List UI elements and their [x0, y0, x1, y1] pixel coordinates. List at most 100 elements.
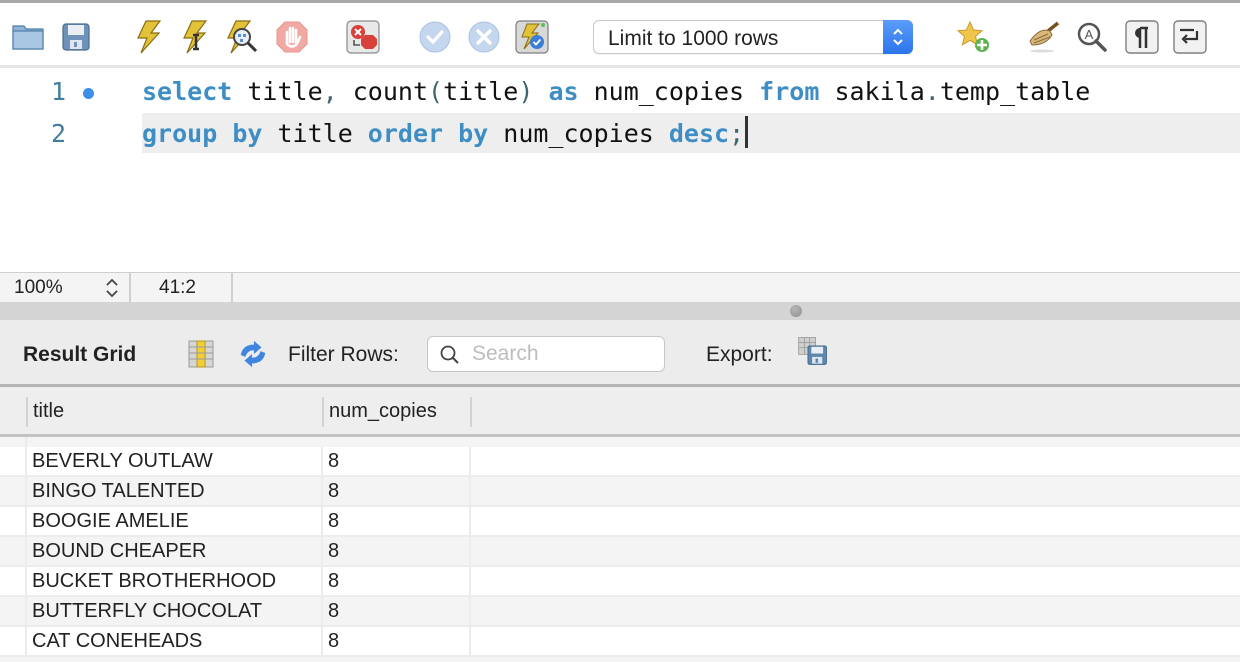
cell-title[interactable]: BINGO TALENTED — [27, 477, 323, 507]
code-line[interactable]: select title, count(title) as num_copies… — [142, 71, 1240, 111]
export-button[interactable] — [797, 335, 829, 367]
stepper-arrows-icon — [106, 278, 118, 298]
statement-marker-icon — [83, 88, 94, 99]
cell-num-copies[interactable]: 8 — [323, 597, 471, 627]
table-row[interactable]: BOUND CHEAPER 8 — [0, 537, 1240, 567]
find-button[interactable]: A — [1074, 18, 1110, 56]
cell-num-copies[interactable]: 8 — [323, 627, 471, 657]
code-line[interactable]: group by title order by num_copies desc; — [142, 113, 1240, 153]
add-snippet-button[interactable] — [956, 18, 992, 56]
toggle-stop-on-error-button[interactable] — [345, 18, 381, 56]
editor-line-1[interactable]: 1 select title, count(title) as num_copi… — [0, 71, 1240, 111]
commit-button[interactable] — [417, 18, 453, 56]
toggle-columns-button[interactable] — [185, 338, 217, 370]
sql-identifier: sakila — [819, 77, 925, 106]
sql-keyword: by — [458, 119, 489, 148]
lightning-check-icon — [515, 20, 549, 54]
partial-row — [0, 437, 1240, 447]
save-file-button[interactable] — [58, 18, 94, 56]
execute-all-button[interactable] — [130, 18, 166, 56]
sql-keyword: from — [759, 77, 820, 106]
refresh-button[interactable] — [237, 338, 269, 370]
zoom-level-stepper[interactable]: 100% — [0, 273, 131, 302]
broom-icon — [1029, 21, 1060, 53]
column-separator[interactable] — [470, 397, 472, 427]
sql-keyword: select — [142, 77, 233, 106]
cell-title[interactable]: BEVERLY OUTLAW — [27, 447, 323, 477]
cell-title[interactable]: BUTTERFLY CHOCOLAT — [27, 597, 323, 627]
rollback-button[interactable] — [466, 18, 502, 56]
sql-identifier: title — [262, 119, 368, 148]
stop-button[interactable] — [274, 18, 310, 56]
limit-rows-select[interactable]: Limit to 1000 rows — [593, 20, 913, 54]
table-row[interactable]: BOOGIE AMELIE 8 — [0, 507, 1240, 537]
panel-splitter[interactable] — [0, 302, 1240, 320]
sql-function: count — [337, 77, 428, 106]
sql-editor[interactable]: 1 select title, count(title) as num_copi… — [0, 68, 1240, 272]
open-file-button[interactable] — [10, 18, 46, 56]
cell-title[interactable]: BOOGIE AMELIE — [27, 507, 323, 537]
splitter-handle-icon[interactable] — [790, 305, 802, 317]
svg-text:A: A — [1085, 27, 1094, 42]
result-grid-title: Result Grid — [23, 343, 137, 366]
stop-hand-icon — [276, 21, 308, 53]
autocommit-toggle-button[interactable] — [514, 18, 550, 56]
cell-num-copies[interactable]: 8 — [323, 447, 471, 477]
cell-num-copies[interactable]: 8 — [323, 477, 471, 507]
sql-keyword: by — [232, 119, 263, 148]
limit-rows-value: Limit to 1000 rows — [608, 27, 779, 50]
table-row[interactable]: BINGO TALENTED 8 — [0, 477, 1240, 507]
error-stop-toggle-icon — [346, 20, 380, 54]
row-gutter[interactable] — [0, 597, 27, 627]
sql-identifier: temp_table — [939, 77, 1091, 106]
table-row[interactable]: BEVERLY OUTLAW 8 — [0, 447, 1240, 477]
cell-title[interactable]: CAT CONEHEADS — [27, 627, 323, 657]
sql-keyword: desc — [668, 119, 730, 148]
sql-punctuation: ( — [428, 77, 444, 106]
cell-num-copies[interactable]: 8 — [323, 537, 471, 567]
beautify-button[interactable] — [1026, 18, 1062, 56]
toggle-invisible-chars-button[interactable] — [1124, 18, 1160, 56]
lightning-magnifier-icon — [227, 20, 258, 54]
row-gutter[interactable] — [0, 477, 27, 507]
star-plus-icon — [956, 20, 989, 52]
result-grid[interactable]: title num_copies BEVERLY OUTLAW 8 BINGO TA… — [0, 387, 1240, 662]
editor-line-2[interactable]: 2 group by title order by num_copies des… — [0, 113, 1240, 153]
row-gutter — [0, 437, 27, 447]
table-row[interactable]: CAT CONEHEADS 8 — [0, 627, 1240, 657]
sql-punctuation: , — [322, 77, 338, 106]
filter-rows-search[interactable] — [427, 336, 665, 372]
column-header-num-copies[interactable]: num_copies — [323, 387, 471, 434]
select-stepper-icon — [883, 20, 913, 54]
search-input[interactable] — [472, 341, 657, 367]
cell-num-copies[interactable]: 8 — [323, 567, 471, 597]
sql-keyword: as — [533, 77, 579, 106]
mysql-workbench-query-tab: Limit to 1000 rows A 1 select title, cou… — [0, 0, 1240, 662]
sql-keyword: group — [142, 119, 218, 148]
row-gutter[interactable] — [0, 447, 27, 477]
cell-num-copies[interactable]: 8 — [323, 507, 471, 537]
execute-current-button[interactable] — [176, 18, 212, 56]
refresh-icon — [240, 340, 266, 368]
export-grid-save-icon — [798, 337, 827, 365]
table-row[interactable]: BUTTERFLY CHOCOLAT 8 — [0, 597, 1240, 627]
cell-title[interactable]: BOUND CHEAPER — [27, 537, 323, 567]
cell-title[interactable]: BUCKET BROTHERHOOD — [27, 567, 323, 597]
sql-punctuation: . — [924, 77, 940, 106]
check-circle-icon — [419, 21, 451, 53]
sql-identifier: num_copies — [578, 77, 760, 106]
column-header-title[interactable]: title — [27, 387, 323, 434]
row-gutter[interactable] — [0, 537, 27, 567]
toggle-word-wrap-button[interactable] — [1172, 18, 1208, 56]
row-gutter[interactable] — [0, 567, 27, 597]
filter-rows-label: Filter Rows: — [288, 343, 399, 366]
cursor-position-value: 41:2 — [159, 277, 196, 298]
sql-keyword: order — [367, 119, 444, 148]
explain-button[interactable] — [224, 18, 260, 56]
pilcrow-icon — [1125, 20, 1159, 54]
row-gutter[interactable] — [0, 507, 27, 537]
table-row[interactable]: BUCKET BROTHERHOOD 8 — [0, 567, 1240, 597]
row-gutter[interactable] — [0, 627, 27, 657]
query-toolbar: Limit to 1000 rows A — [0, 0, 1240, 68]
